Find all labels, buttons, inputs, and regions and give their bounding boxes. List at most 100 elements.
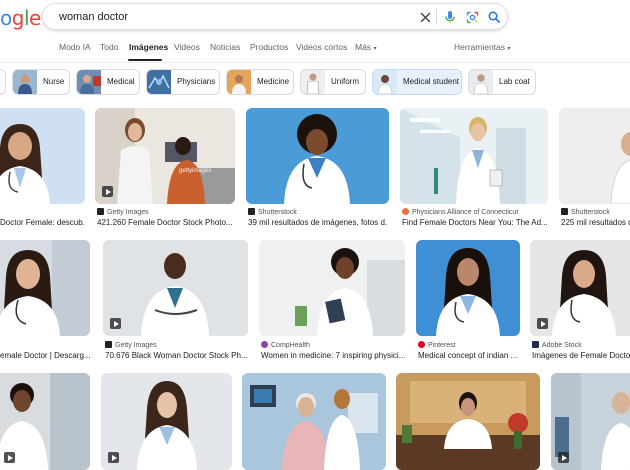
play-icon xyxy=(4,452,15,463)
chip-thumbnail xyxy=(469,70,493,94)
image-result[interactable] xyxy=(242,373,386,470)
search-icon[interactable] xyxy=(487,10,501,24)
image-result[interactable] xyxy=(530,240,630,336)
result-caption[interactable]: Imágenes de Female Doctor xyxy=(532,351,630,360)
search-tabs: Modo IA Todo Imágenes Videos Noticias Pr… xyxy=(0,36,630,62)
chip-medicine[interactable]: Medicine xyxy=(226,69,294,95)
tab-mas[interactable]: Más ▾ xyxy=(355,42,376,52)
image-result[interactable] xyxy=(400,108,548,204)
source-label: Getty Images xyxy=(107,209,149,216)
tab-noticias[interactable]: Noticias xyxy=(210,42,240,52)
result-image xyxy=(0,240,90,336)
image-result[interactable] xyxy=(396,373,540,470)
result-image xyxy=(0,108,85,204)
result-source[interactable]: Getty Images xyxy=(97,208,235,216)
pinterest-favicon-icon xyxy=(418,341,425,348)
source-label: Adobe Stock xyxy=(542,342,582,349)
chip-medical-student[interactable]: Medical student xyxy=(372,69,462,95)
tab-productos[interactable]: Productos xyxy=(250,42,288,52)
result-caption[interactable]: 39 mil resultados de imágenes, fotos d..… xyxy=(248,218,388,227)
result-source[interactable]: Shutterstock xyxy=(248,208,388,216)
result-caption[interactable]: emale Doctor | Descarg... xyxy=(0,351,90,360)
image-result[interactable] xyxy=(0,240,90,336)
active-tab-indicator xyxy=(128,59,162,61)
image-result[interactable]: gettyimages xyxy=(95,108,235,204)
result-caption[interactable]: 225 mil resultados de... xyxy=(561,218,630,227)
result-image xyxy=(396,373,540,470)
tab-mas-label: Más xyxy=(355,42,372,52)
result-source[interactable]: Shutterstock xyxy=(561,208,630,216)
chip-lab-coat[interactable]: Lab coat xyxy=(468,69,536,95)
shutterstock-favicon-icon xyxy=(561,208,568,215)
result-caption[interactable]: 70.676 Black Woman Doctor Stock Ph... xyxy=(105,351,248,360)
source-label: Shutterstock xyxy=(571,209,610,216)
result-caption[interactable]: Find Female Doctors Near You: The Ad... xyxy=(402,218,548,227)
microphone-icon[interactable] xyxy=(443,10,457,24)
google-logo[interactable]: ogle xyxy=(0,6,41,30)
tab-videos[interactable]: Videos xyxy=(174,42,200,52)
result-caption[interactable]: 421.260 Female Doctor Stock Photo... xyxy=(97,218,235,227)
chip-thumbnail xyxy=(301,70,325,94)
result-image xyxy=(103,240,248,336)
chip-partial[interactable] xyxy=(0,69,6,95)
shutterstock-favicon-icon xyxy=(248,208,255,215)
result-caption[interactable]: Doctor Female: descub... xyxy=(0,218,85,227)
chip-thumbnail xyxy=(77,70,101,94)
result-source[interactable]: Pinterest xyxy=(418,341,520,349)
source-label: CompHealth xyxy=(271,342,310,349)
getty-favicon-icon xyxy=(97,208,104,215)
result-image xyxy=(101,373,232,470)
tab-videos-cortos[interactable]: Videos cortos xyxy=(296,42,347,52)
image-result[interactable] xyxy=(0,108,85,204)
result-source[interactable]: Physicians Alliance of Connecticut xyxy=(402,208,548,216)
source-label: Shutterstock xyxy=(258,209,297,216)
result-image xyxy=(246,108,389,204)
play-icon xyxy=(108,452,119,463)
chip-thumbnail xyxy=(227,70,251,94)
result-source[interactable]: Adobe Stock xyxy=(532,341,630,349)
chip-thumbnail xyxy=(13,70,37,94)
play-icon xyxy=(558,452,569,463)
result-image xyxy=(416,240,520,336)
camera-lens-icon[interactable] xyxy=(465,10,479,24)
image-result[interactable] xyxy=(416,240,520,336)
play-icon xyxy=(102,186,113,197)
tab-modo-ia[interactable]: Modo IA xyxy=(59,42,91,52)
chip-label: Medical student xyxy=(403,77,460,86)
chip-label: Lab coat xyxy=(499,77,530,86)
chip-uniform[interactable]: Uniform xyxy=(300,69,366,95)
result-image xyxy=(400,108,548,204)
result-caption[interactable]: Women in medicine: 7 inspiring physici..… xyxy=(261,351,405,360)
image-result[interactable] xyxy=(103,240,248,336)
result-source[interactable]: CompHealth xyxy=(261,341,405,349)
result-image xyxy=(259,240,405,336)
play-icon xyxy=(110,318,121,329)
image-result[interactable] xyxy=(259,240,405,336)
image-result[interactable] xyxy=(0,373,90,470)
image-result[interactable] xyxy=(559,108,630,204)
chip-label: Physicians xyxy=(177,77,216,86)
image-result[interactable] xyxy=(551,373,630,470)
result-image xyxy=(559,108,630,204)
tabs-divider xyxy=(0,62,630,63)
image-result[interactable] xyxy=(246,108,389,204)
chip-nurse[interactable]: Nurse xyxy=(12,69,70,95)
watermark: gettyimages xyxy=(179,168,212,174)
tools-button[interactable]: Herramientas ▾ xyxy=(454,42,510,52)
comphealth-favicon-icon xyxy=(261,341,268,348)
chip-physicians[interactable]: Physicians xyxy=(146,69,220,95)
search-input[interactable] xyxy=(59,9,399,25)
close-icon[interactable] xyxy=(418,10,432,24)
adobe-stock-favicon-icon xyxy=(532,341,539,348)
chip-medical[interactable]: Medical xyxy=(76,69,140,95)
source-label: Physicians Alliance of Connecticut xyxy=(412,209,519,216)
image-result[interactable] xyxy=(101,373,232,470)
tab-imagenes[interactable]: Imágenes xyxy=(129,42,168,52)
result-source[interactable]: Getty Images xyxy=(105,341,248,349)
physicians-alliance-favicon-icon xyxy=(402,208,409,215)
chip-label: Uniform xyxy=(331,77,360,86)
chip-label: Medicine xyxy=(257,77,290,86)
getty-favicon-icon xyxy=(105,341,112,348)
result-caption[interactable]: Medical concept of indian ... xyxy=(418,351,520,360)
tab-todo[interactable]: Todo xyxy=(100,42,118,52)
